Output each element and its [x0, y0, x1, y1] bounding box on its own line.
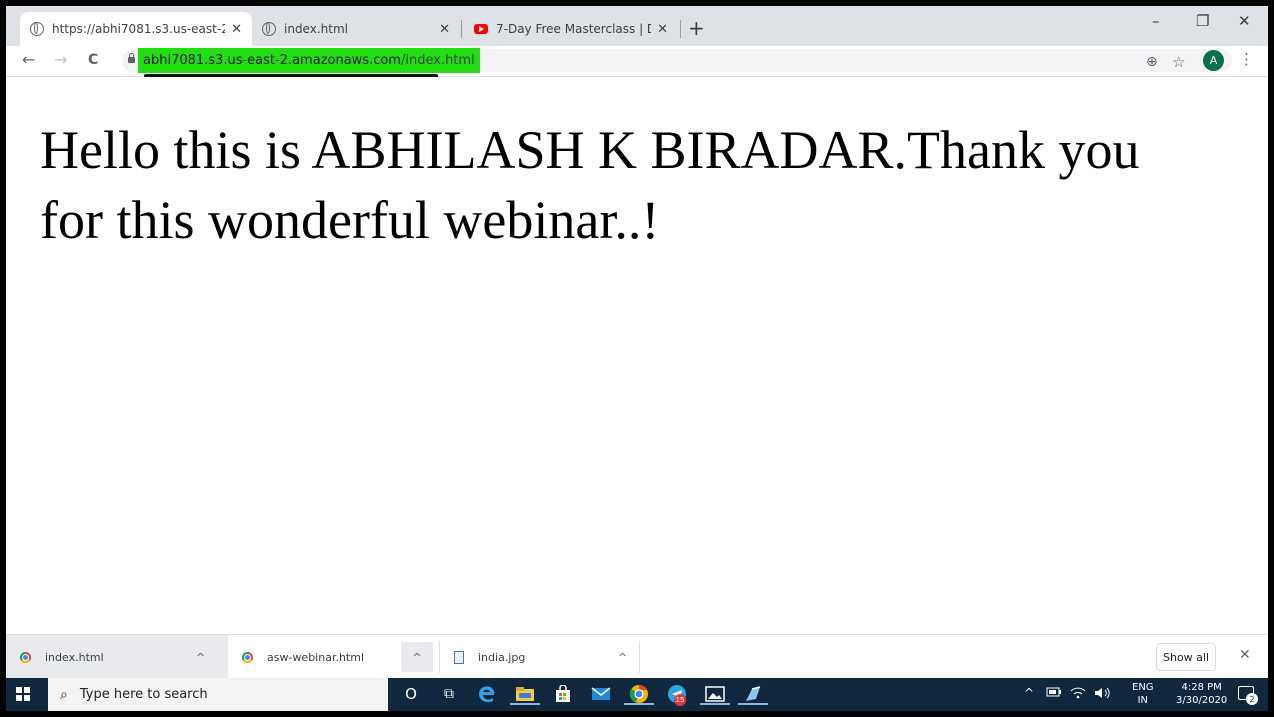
cortana-icon[interactable]: O: [400, 683, 422, 705]
window-close-button[interactable]: ✕: [1238, 12, 1251, 30]
notifications-badge: 2: [1246, 693, 1258, 705]
running-indicator: [700, 703, 730, 705]
clock-date: 3/30/2020: [1176, 695, 1228, 706]
chevron-up-icon[interactable]: ^: [618, 651, 627, 664]
show-all-button[interactable]: Show all: [1156, 643, 1216, 671]
chrome-taskbar-icon[interactable]: [624, 683, 654, 705]
search-icon: ⌕: [60, 686, 68, 703]
tray-expand-icon[interactable]: ^: [1024, 686, 1034, 700]
taskbar-search-box[interactable]: ⌕ Type here to search: [48, 678, 388, 711]
youtube-icon: [474, 24, 488, 34]
tab-title: index.html: [284, 22, 348, 36]
mail-icon[interactable]: [590, 683, 612, 705]
forward-button[interactable]: →: [54, 50, 67, 69]
region-code: IN: [1137, 695, 1148, 706]
tab-close-icon[interactable]: ✕: [657, 22, 668, 37]
download-filename: india.jpg: [478, 650, 526, 664]
running-indicator: [510, 703, 540, 705]
file-explorer-icon[interactable]: [510, 683, 540, 705]
running-indicator: [738, 703, 768, 705]
page-message: Hello this is ABHILASH K BIRADAR.Thank y…: [40, 120, 1140, 250]
tab-masterclass[interactable]: 7-Day Free Masterclass | Day 7 - ✕: [464, 12, 678, 46]
download-item-asw-webinar[interactable]: asw-webinar.html: [228, 635, 398, 679]
tab-index-html[interactable]: index.html ✕: [252, 12, 460, 46]
lock-icon: [128, 53, 135, 63]
download-filename: asw-webinar.html: [267, 650, 365, 664]
browser-window: https://abhi7081.s3.us-east-2.am ✕ index…: [6, 6, 1268, 711]
task-view-icon[interactable]: ⧉: [438, 683, 460, 705]
bookmark-star-icon[interactable]: ☆: [1172, 53, 1185, 71]
download-item-india[interactable]: india.jpg ^: [440, 635, 640, 679]
windows-taskbar: ⌕ Type here to search O ⧉ 15 ^ ENG IN 4:…: [6, 678, 1268, 711]
volume-icon[interactable]: [1094, 687, 1112, 702]
chrome-icon: [242, 651, 253, 663]
windows-start-icon[interactable]: [16, 687, 30, 701]
edge-icon[interactable]: [476, 683, 498, 705]
tab-title: https://abhi7081.s3.us-east-2.am: [52, 22, 226, 36]
photos-icon[interactable]: [700, 683, 730, 705]
search-placeholder: Type here to search: [79, 687, 208, 702]
store-icon[interactable]: [552, 683, 574, 705]
page-content: Hello this is ABHILASH K BIRADAR.Thank y…: [6, 77, 1268, 634]
zoom-icon[interactable]: ⊕: [1146, 54, 1158, 70]
tab-close-icon[interactable]: ✕: [439, 22, 450, 37]
reload-button[interactable]: C: [88, 52, 98, 68]
wifi-icon[interactable]: [1070, 687, 1086, 702]
address-bar[interactable]: abhi7081.s3.us-east-2.amazonaws.com/inde…: [122, 48, 1232, 73]
download-bar-close-icon[interactable]: ✕: [1239, 647, 1251, 663]
running-indicator: [624, 703, 654, 705]
chevron-up-icon[interactable]: ^: [196, 651, 205, 664]
globe-icon: [30, 22, 44, 36]
browser-toolbar: ← → C abhi7081.s3.us-east-2.amazonaws.co…: [6, 46, 1268, 77]
battery-icon[interactable]: [1046, 687, 1062, 700]
image-file-icon: [454, 650, 464, 664]
restore-button[interactable]: ❐: [1196, 12, 1209, 30]
globe-icon: [262, 22, 276, 36]
tab-title: 7-Day Free Masterclass | Day 7 -: [496, 22, 651, 36]
language-indicator[interactable]: ENG IN: [1132, 681, 1154, 707]
download-item-index[interactable]: index.html ^: [6, 635, 228, 679]
profile-avatar[interactable]: A: [1203, 50, 1224, 71]
tab-close-icon[interactable]: ✕: [231, 22, 242, 37]
chrome-icon: [20, 651, 31, 663]
new-tab-button[interactable]: +: [688, 16, 705, 40]
back-button[interactable]: ←: [22, 50, 35, 69]
tab-strip: https://abhi7081.s3.us-east-2.am ✕ index…: [6, 6, 1268, 46]
clock-time: 4:28 PM: [1181, 682, 1222, 693]
url-host: abhi7081.s3.us-east-2.amazonaws.com: [143, 53, 401, 68]
url-path: /index.html: [400, 53, 475, 68]
system-clock[interactable]: 4:28 PM 3/30/2020: [1176, 681, 1227, 707]
language-code: ENG: [1132, 682, 1154, 693]
telegram-badge: 15: [674, 694, 686, 706]
url-text[interactable]: abhi7081.s3.us-east-2.amazonaws.com/inde…: [138, 48, 480, 73]
tab-separator: [461, 20, 462, 38]
chevron-up-icon[interactable]: ^: [401, 642, 433, 672]
download-separator: [639, 641, 640, 673]
minimize-button[interactable]: –: [1152, 12, 1160, 30]
download-bar: index.html ^ asw-webinar.html ^ india.jp…: [6, 634, 1268, 679]
tab-separator: [680, 20, 681, 38]
menu-icon[interactable]: ⋮: [1239, 50, 1254, 68]
snipping-tool-icon[interactable]: [738, 683, 768, 705]
telegram-icon[interactable]: 15: [666, 683, 688, 706]
tab-s3-index[interactable]: https://abhi7081.s3.us-east-2.am ✕: [20, 12, 252, 46]
